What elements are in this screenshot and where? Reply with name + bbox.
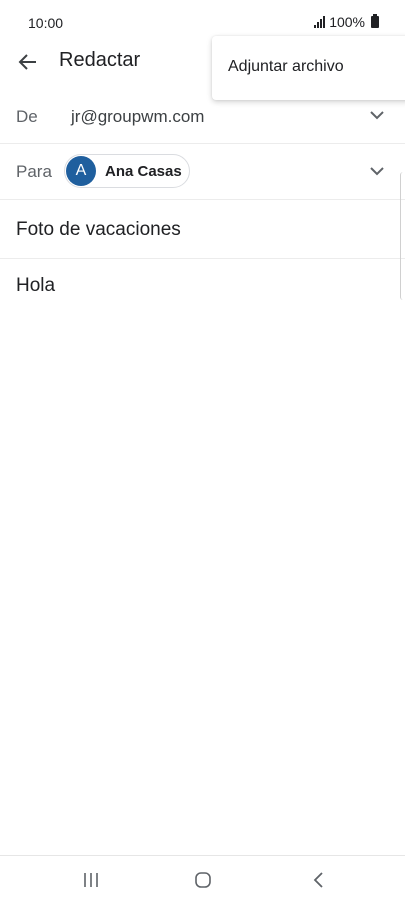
nav-back-button[interactable] [298, 868, 338, 892]
navigation-bar [0, 855, 405, 903]
subject-field[interactable]: Foto de vacaciones [16, 219, 181, 241]
recipient-name: Ana Casas [105, 162, 182, 180]
to-expand-button[interactable] [367, 161, 387, 181]
back-chevron-icon [313, 872, 323, 888]
subject-row: Foto de vacaciones [0, 200, 405, 259]
arrow-left-icon [18, 54, 36, 70]
from-row: De jr@groupwm.com [0, 89, 405, 144]
to-row: Para A Ana Casas [0, 144, 405, 200]
message-body-field[interactable]: Hola [16, 275, 55, 297]
recents-icon [84, 873, 98, 887]
back-button[interactable] [12, 46, 44, 78]
page-title: Redactar [59, 49, 141, 71]
signal-icon [314, 16, 326, 28]
to-label: Para [16, 162, 52, 181]
from-label: De [16, 107, 38, 126]
recents-button[interactable] [71, 868, 111, 892]
battery-icon [371, 14, 379, 28]
avatar: A [66, 156, 96, 186]
menu-item-attach-file[interactable]: Adjuntar archivo [228, 58, 344, 76]
edge-panel-handle[interactable] [400, 172, 405, 300]
recipient-chip[interactable]: A Ana Casas [64, 154, 190, 188]
from-field[interactable]: jr@groupwm.com [71, 107, 204, 127]
from-expand-button[interactable] [367, 105, 387, 125]
status-time: 10:00 [28, 15, 64, 31]
chevron-down-icon [370, 167, 384, 176]
battery-percent: 100% [329, 14, 365, 30]
status-indicators: 100% [314, 14, 379, 30]
home-button[interactable] [183, 868, 223, 892]
chevron-down-icon [370, 111, 384, 120]
home-icon [195, 872, 211, 888]
